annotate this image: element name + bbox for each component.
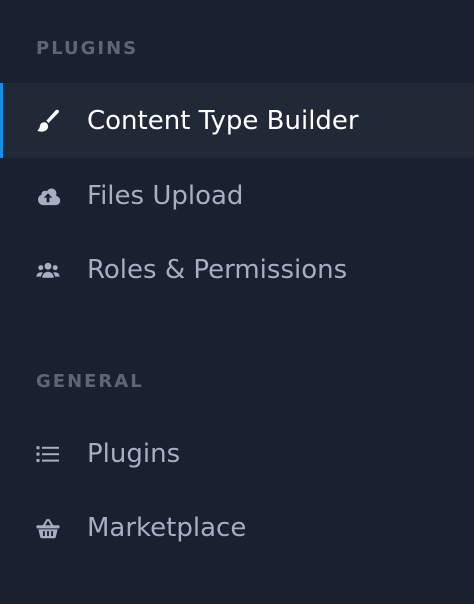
sidebar-item-content-type-builder[interactable]: Content Type Builder bbox=[0, 83, 474, 158]
section-title-plugins: PLUGINS bbox=[36, 38, 139, 59]
sidebar-item-label: Plugins bbox=[87, 438, 181, 469]
list-icon bbox=[34, 440, 62, 468]
section-title-general: GENERAL bbox=[36, 371, 144, 392]
sidebar-item-plugins[interactable]: Plugins bbox=[0, 416, 474, 491]
sidebar-item-roles-permissions[interactable]: Roles & Permissions bbox=[0, 232, 474, 307]
sidebar-item-marketplace[interactable]: Marketplace bbox=[0, 490, 474, 565]
sidebar-item-label: Marketplace bbox=[87, 512, 247, 543]
shopping-basket-icon bbox=[34, 514, 62, 542]
sidebar-item-label: Content Type Builder bbox=[87, 105, 359, 136]
cloud-upload-icon bbox=[34, 182, 62, 210]
sidebar-item-label: Roles & Permissions bbox=[87, 254, 348, 285]
sidebar-item-files-upload[interactable]: Files Upload bbox=[0, 158, 474, 233]
sidebar-item-label: Files Upload bbox=[87, 180, 244, 211]
users-icon bbox=[34, 256, 62, 284]
paintbrush-icon bbox=[34, 107, 62, 135]
left-sidebar: PLUGINS Content Type Builder Files Uploa… bbox=[0, 0, 474, 604]
